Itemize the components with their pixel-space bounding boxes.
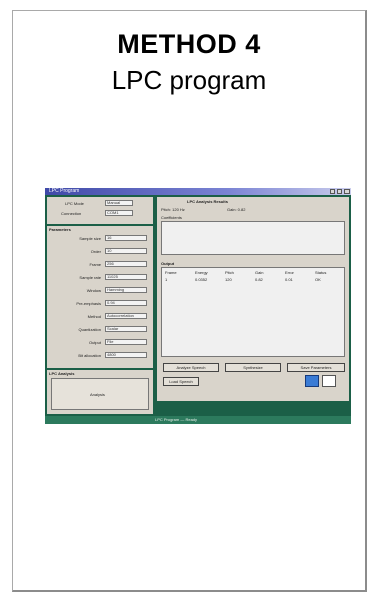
analysis-box-text: Analysis [90,392,105,397]
analysis-box: Analysis [51,378,149,410]
method-card: METHOD 4 LPC program LPC Program LPC Mod… [12,10,367,592]
save-parameters-button[interactable]: Save Parameters [287,363,345,372]
parameter-label: Pre-emphasis [76,301,101,306]
parameter-label: Order [90,249,101,254]
maximize-icon[interactable] [337,189,342,194]
output-table-title: Output [161,261,175,266]
parameter-label: Window [86,288,101,293]
pitch-info: Pitch: 120 Hz [161,207,185,212]
mode-field[interactable]: Manual [105,200,133,206]
gain-info: Gain: 0.82 [227,207,246,212]
connection-field[interactable]: COM1 [105,210,133,216]
parameters-panel: Parameters Sample size 16 Order 10 Frame 256 S… [47,226,153,368]
table-column-header: Frame [165,270,177,275]
table-cell: 0.82 [255,277,263,282]
help-icon[interactable] [322,375,336,387]
parameter-label: Method [87,314,101,319]
parameter-label: Sample rate [79,275,101,280]
parameter-field[interactable]: 4800 [105,352,147,358]
analysis-section-title: LPC Analysis [49,371,75,376]
analyze-speech-button[interactable]: Analyze Speech [163,363,219,372]
window-titlebar: LPC Program [45,188,351,195]
parameter-label: Output [88,340,101,345]
parameter-field[interactable]: Autocorrelation [105,313,147,319]
table-column-header: Error [285,270,294,275]
parameter-field[interactable]: 256 [105,261,147,267]
table-cell: 0.01 [285,277,293,282]
table-cell: 120 [225,277,232,282]
load-speech-button[interactable]: Load Speech [163,377,199,386]
coefficients-label: Coefficients [161,215,182,220]
table-column-header: Gain [255,270,264,275]
lpc-program-screenshot: LPC Program LPC Mode Manual Connection C… [45,188,351,424]
status-text: LPC Program — Ready [155,417,198,422]
table-cell: 1 [165,277,168,282]
connection-label: Connection [61,211,82,216]
table-cell: 0.0352 [195,277,208,282]
synthesize-button[interactable]: Synthesize [225,363,281,372]
mode-label: LPC Mode [65,201,84,206]
mode-panel: LPC Mode Manual Connection COM1 [47,197,153,224]
parameter-label: Quantization [78,327,101,332]
parameter-field[interactable]: Hamming [105,287,147,293]
speaker-icon[interactable] [305,375,319,387]
table-column-header: Status [315,270,327,275]
parameter-field[interactable]: 0.94 [105,300,147,306]
parameter-label: Bit allocation [78,353,101,358]
table-cell: OK [315,277,321,282]
results-header: LPC Analysis Results [187,199,228,204]
window-title: LPC Program [49,188,80,194]
slide-title: METHOD 4 [117,29,261,59]
slide-subtitle: LPC program [111,65,267,95]
table-column-header: Pitch [225,270,234,275]
coefficients-list[interactable] [161,221,345,255]
parameter-field[interactable]: 10 [105,248,147,254]
parameters-section-title: Parameters [49,227,71,232]
output-table[interactable]: Frame Energy Pitch Gain Error Status 1 0.0352 1… [161,267,345,357]
status-bar: LPC Program — Ready [45,416,351,424]
parameter-field[interactable]: 16 [105,235,147,241]
close-icon[interactable] [344,189,350,194]
minimize-icon[interactable] [330,189,335,194]
parameter-label: Sample size [79,236,101,241]
table-column-header: Energy [195,270,208,275]
parameter-field[interactable]: File [105,339,147,345]
parameter-field[interactable]: 11025 [105,274,147,280]
parameter-field[interactable]: Scalar [105,326,147,332]
results-panel: LPC Analysis Results Pitch: 120 Hz Gain:… [157,197,349,401]
analysis-panel: LPC Analysis Analysis [47,370,153,414]
parameter-label: Frame [89,262,101,267]
